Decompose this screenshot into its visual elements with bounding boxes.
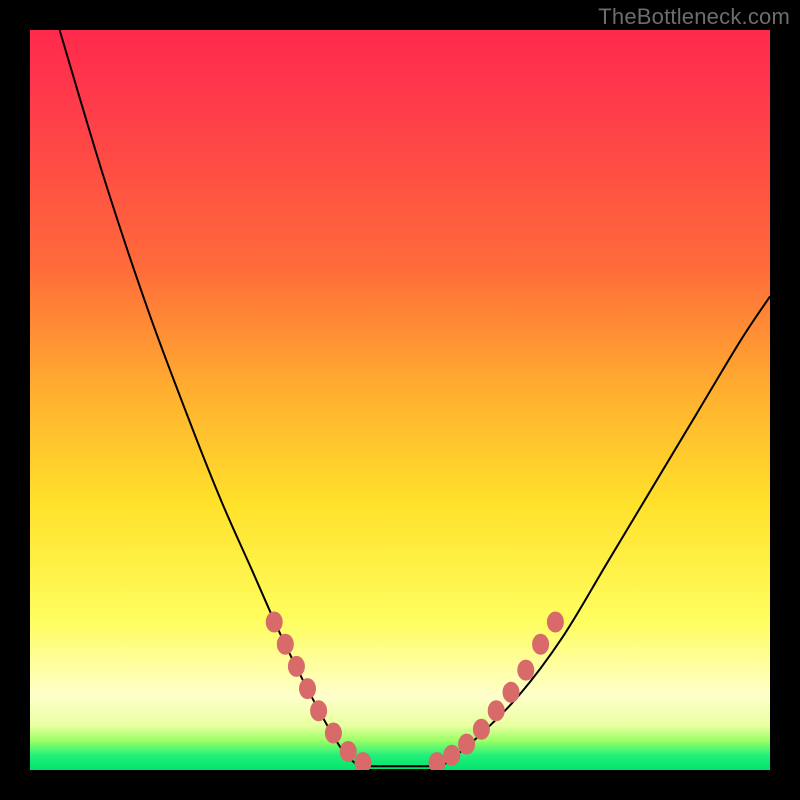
bead-marker [429, 753, 445, 770]
beads-right-group [429, 612, 563, 770]
bead-marker [266, 612, 282, 632]
bead-marker [547, 612, 563, 632]
curve-layer [30, 30, 770, 770]
bead-marker [473, 719, 489, 739]
bead-marker [325, 723, 341, 743]
bead-marker [488, 701, 504, 721]
bead-marker [300, 679, 316, 699]
bead-marker [503, 682, 519, 702]
bead-marker [340, 742, 356, 762]
chart-stage: TheBottleneck.com [0, 0, 800, 800]
left-curve-path [60, 30, 363, 770]
bead-marker [311, 701, 327, 721]
plot-area [30, 30, 770, 770]
bead-marker [355, 753, 371, 770]
bead-marker [277, 634, 293, 654]
bead-marker [518, 660, 534, 680]
right-curve-path [437, 296, 770, 770]
beads-left-group [266, 612, 371, 770]
bead-marker [533, 634, 549, 654]
watermark-text: TheBottleneck.com [598, 4, 790, 30]
bead-marker [444, 745, 460, 765]
bead-marker [288, 656, 304, 676]
bead-marker [459, 734, 475, 754]
